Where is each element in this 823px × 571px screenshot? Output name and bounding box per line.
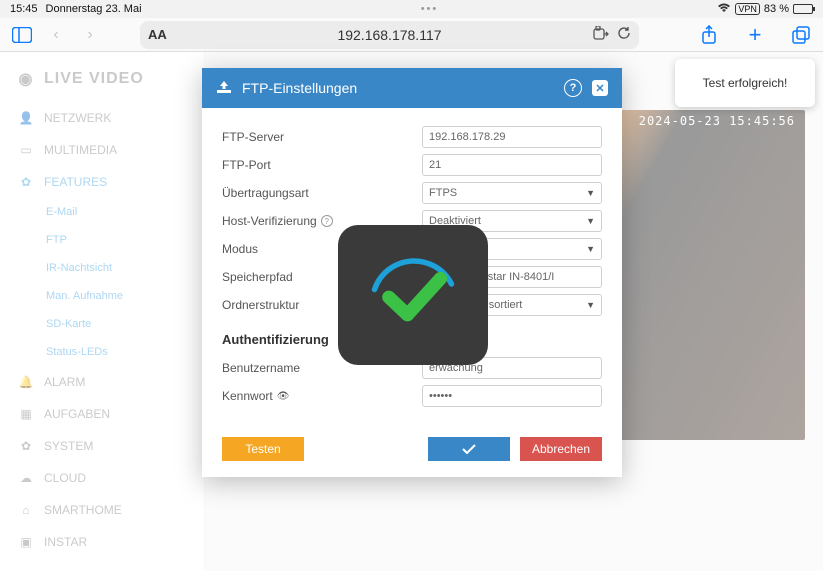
input-ftp-server[interactable] — [422, 126, 602, 148]
eye-icon[interactable]: 👁 — [277, 391, 290, 402]
chevron-down-icon: ▼ — [586, 244, 595, 254]
input-ftp-port[interactable] — [422, 154, 602, 176]
reload-icon[interactable] — [617, 26, 631, 43]
status-bar: 15:45 Donnerstag 23. Mai ••• VPN 83 % — [0, 0, 823, 18]
label-ftp-port: FTP-Port — [222, 158, 422, 172]
label-ftp-server: FTP-Server — [222, 130, 422, 144]
toast-message: Test erfolgreich! — [703, 76, 788, 90]
url-text: 192.168.178.117 — [337, 27, 441, 43]
status-dots: ••• — [142, 3, 718, 15]
tabs-icon[interactable] — [787, 21, 815, 49]
battery-icon — [793, 4, 813, 14]
modal-header: FTP-Einstellungen ? ✕ — [202, 68, 622, 108]
wifi-icon — [717, 3, 731, 16]
help-icon[interactable]: ? — [564, 79, 582, 97]
ok-button[interactable] — [428, 437, 510, 461]
sidebar-toggle-icon[interactable] — [8, 21, 36, 49]
upload-icon — [216, 80, 232, 97]
chevron-down-icon: ▼ — [586, 188, 595, 198]
extensions-icon[interactable] — [593, 26, 609, 43]
modal-title: FTP-Einstellungen — [242, 80, 357, 96]
battery-pct: 83 % — [764, 3, 789, 15]
select-transfer[interactable]: FTPS▼ — [422, 182, 602, 204]
browser-toolbar: ‹ › AA 192.168.178.117 + — [0, 18, 823, 52]
label-transfer: Übertragungsart — [222, 186, 422, 200]
test-button[interactable]: Testen — [222, 437, 304, 461]
check-icon — [462, 444, 476, 454]
status-date: Donnerstag 23. Mai — [46, 3, 142, 15]
label-pass: Kennwort 👁 — [222, 389, 422, 403]
success-check-icon — [358, 240, 468, 350]
chevron-down-icon: ▼ — [586, 300, 595, 310]
input-pass[interactable] — [422, 385, 602, 407]
chevron-down-icon: ▼ — [586, 216, 595, 226]
cancel-button[interactable]: Abbrechen — [520, 437, 602, 461]
success-overlay — [338, 225, 488, 365]
vpn-badge: VPN — [735, 3, 760, 15]
forward-button[interactable]: › — [76, 21, 104, 49]
close-icon[interactable]: ✕ — [592, 80, 608, 96]
status-time: 15:45 — [10, 3, 38, 15]
new-tab-icon[interactable]: + — [741, 21, 769, 49]
aa-button[interactable]: AA — [148, 27, 167, 42]
share-icon[interactable] — [695, 21, 723, 49]
address-bar[interactable]: AA 192.168.178.117 — [140, 21, 639, 49]
toast-success: Test erfolgreich! — [675, 59, 815, 107]
help-icon-small[interactable]: ? — [321, 215, 333, 227]
back-button[interactable]: ‹ — [42, 21, 70, 49]
